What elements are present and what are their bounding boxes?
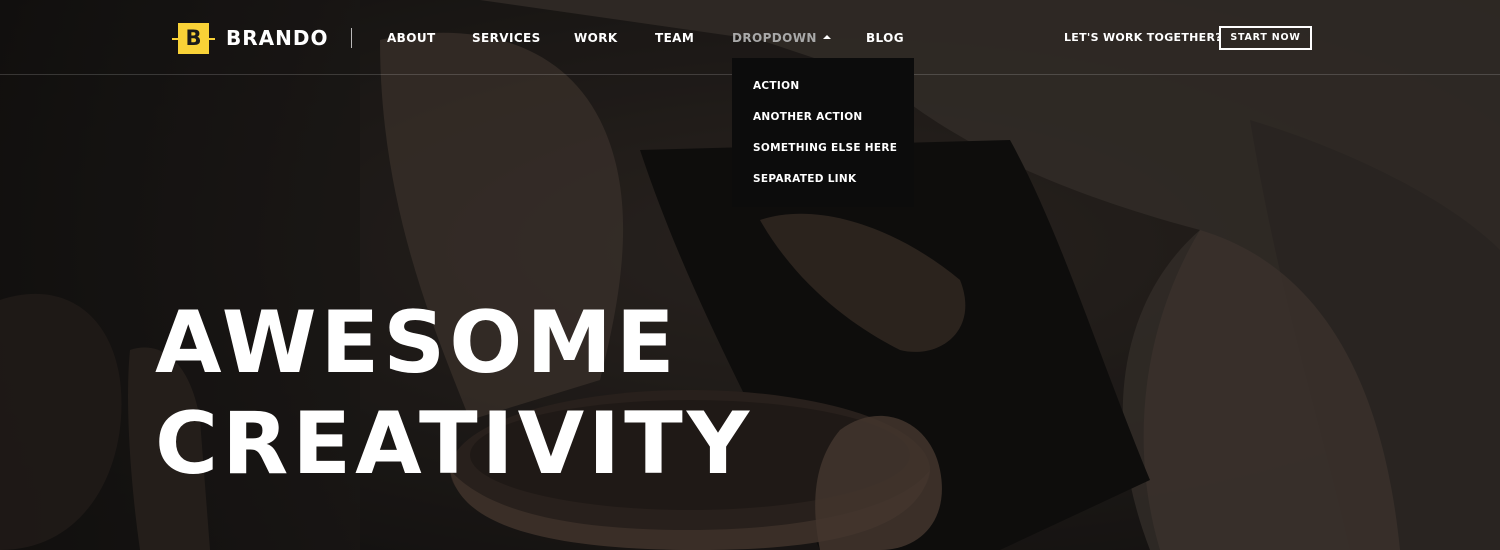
hero-title-line-1: AWESOME — [155, 293, 679, 393]
logo-mark-icon: B — [172, 22, 215, 54]
nav-item-work[interactable]: WORK — [574, 30, 618, 46]
nav-item-about[interactable]: ABOUT — [387, 30, 436, 46]
dropdown-item-another-action[interactable]: ANOTHER ACTION — [732, 109, 914, 140]
nav-item-services[interactable]: SERVICES — [472, 30, 541, 46]
caret-up-icon — [822, 35, 831, 39]
nav-item-blog[interactable]: BLOG — [866, 30, 904, 46]
hero-title-line-2: CREATIVITY — [155, 394, 754, 494]
brand-name: BRANDO — [226, 26, 329, 50]
cta-prompt: LET'S WORK TOGETHER? — [1064, 31, 1222, 44]
brand-logo[interactable]: B BRANDO — [172, 22, 328, 54]
logo-divider — [351, 28, 352, 48]
dropdown-item-separated-link[interactable]: SEPARATED LINK — [732, 171, 914, 202]
nav-item-dropdown-label: DROPDOWN — [732, 31, 817, 45]
dropdown-item-action[interactable]: ACTION — [732, 78, 914, 109]
dropdown-item-something-else[interactable]: SOMETHING ELSE HERE — [732, 140, 914, 171]
dropdown-menu: ACTION ANOTHER ACTION SOMETHING ELSE HER… — [732, 58, 914, 207]
start-now-button[interactable]: START NOW — [1219, 26, 1312, 50]
nav-item-dropdown[interactable]: DROPDOWN — [732, 30, 831, 46]
hero-title: AWESOME CREATIVITY — [155, 293, 753, 495]
nav-item-team[interactable]: TEAM — [655, 30, 694, 46]
